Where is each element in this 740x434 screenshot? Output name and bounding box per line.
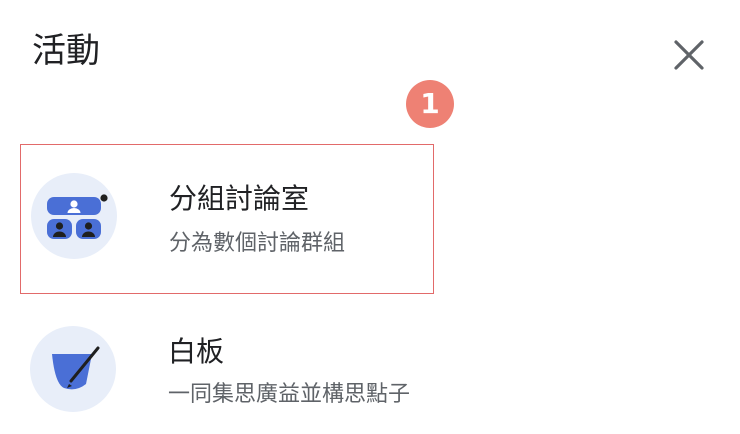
whiteboard-icon (30, 326, 116, 412)
activity-whiteboard[interactable]: 白板 一同集思廣益並構思點子 (20, 300, 434, 430)
panel-title: 活動 (32, 31, 100, 71)
activity-description: 分為數個討論群組 (169, 231, 346, 256)
activity-description: 一同集思廣益並構思點子 (168, 382, 411, 407)
activities-panel: 活動 1 分組討論室 分為數個討論群組 白板 一同集思廣益並構思點子 (0, 0, 740, 434)
activity-title: 白板 (168, 335, 225, 368)
close-icon (674, 40, 704, 70)
activity-breakout-rooms[interactable]: 分組討論室 分為數個討論群組 (20, 144, 434, 294)
close-button[interactable] (664, 32, 712, 80)
annotation-badge: 1 (406, 80, 454, 128)
activity-title: 分組討論室 (169, 182, 310, 215)
breakout-rooms-icon (31, 173, 117, 259)
